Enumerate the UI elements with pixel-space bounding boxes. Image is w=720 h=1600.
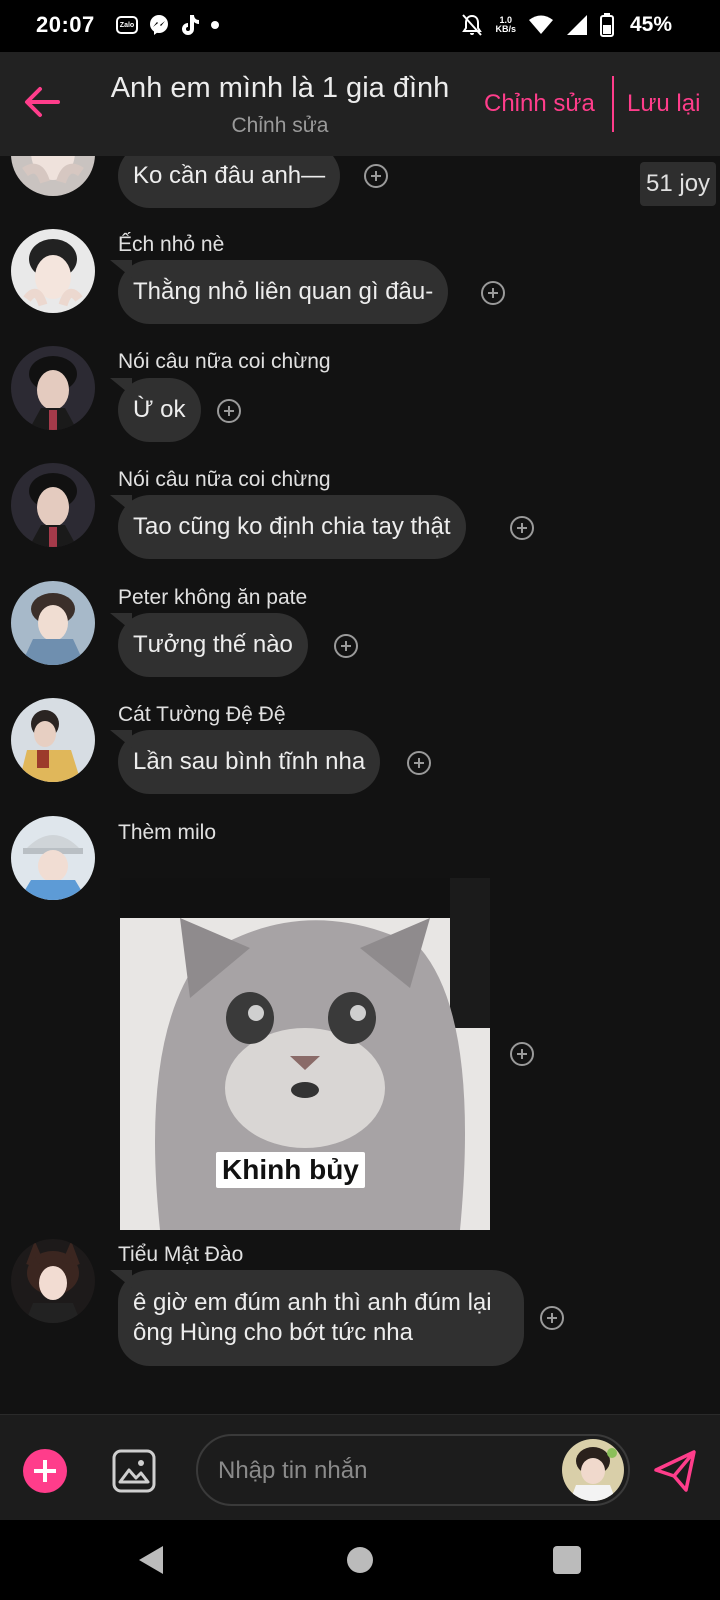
system-nav-bar [0, 1520, 720, 1600]
add-reaction-icon[interactable] [510, 516, 534, 540]
system-icons: 1.0 KB/s 45% [461, 13, 672, 37]
group-subtitle: Chỉnh sửa [231, 114, 329, 137]
add-reaction-icon[interactable] [334, 634, 358, 658]
network-speed-unit: KB/s [495, 24, 516, 34]
sticker-avatar[interactable] [562, 1439, 624, 1501]
messenger-icon [150, 15, 168, 35]
avatar[interactable] [11, 229, 95, 313]
reaction-badge[interactable]: 51 joy [640, 162, 717, 206]
zalo-icon: Zalo [116, 16, 138, 34]
nav-recents-icon[interactable] [553, 1546, 581, 1574]
avatar[interactable] [11, 463, 95, 547]
sender-name: Nói câu nữa coi chừng [118, 350, 331, 373]
battery-percent: 45% [629, 13, 672, 36]
message-bubble[interactable]: Thằng nhỏ liên quan gì đâu- [118, 260, 449, 324]
add-reaction-icon[interactable] [510, 1042, 534, 1066]
avatar[interactable] [11, 698, 95, 782]
notification-icons: Zalo [116, 14, 220, 36]
back-arrow-icon[interactable] [22, 82, 62, 122]
signal-icon [566, 15, 587, 35]
dot-icon [211, 21, 219, 29]
bell-off-icon [462, 14, 483, 36]
add-attachment-button[interactable] [23, 1449, 67, 1493]
add-reaction-icon[interactable] [364, 164, 388, 188]
message-bubble[interactable]: Tao cũng ko định chia tay thật [118, 495, 466, 559]
message-input-wrapper[interactable] [196, 1434, 630, 1506]
image-caption: Khinh bủy [216, 1152, 365, 1188]
network-speed: 1.0 KB/s [495, 16, 516, 34]
add-reaction-icon[interactable] [217, 399, 241, 423]
add-reaction-icon[interactable] [481, 281, 505, 305]
message-bubble[interactable]: ê giờ em đúm anh thì anh đúm lại ông Hùn… [118, 1270, 524, 1366]
sender-name: Peter không ăn pate [118, 586, 308, 609]
edit-button[interactable]: Chỉnh sửa [484, 90, 595, 118]
sender-name: Cát Tường Đệ Đệ [118, 703, 286, 726]
avatar[interactable] [11, 156, 95, 196]
message-bubble[interactable]: Ko cần đâu anh— [118, 156, 341, 208]
image-message[interactable]: Khinh bủy [120, 878, 490, 1230]
avatar[interactable] [11, 816, 95, 900]
message-bubble[interactable]: Lần sau bình tĩnh nha [118, 730, 381, 794]
nav-back-icon[interactable] [137, 1544, 165, 1576]
save-button[interactable]: Lưu lại [627, 90, 700, 118]
wifi-icon [528, 15, 553, 34]
avatar[interactable] [11, 346, 95, 430]
message-list[interactable]: Ko cần đâu anh— 51 joy Ếch nhỏ nè Thằng … [0, 156, 720, 1414]
chat-screen: 20:07 Zalo 1.0 KB/s 45% Anh em mình là 1… [0, 0, 720, 1600]
message-bubble[interactable]: Ừ ok [118, 378, 201, 442]
group-title: Anh em mình là 1 gia đình [110, 72, 450, 104]
chat-header: Anh em mình là 1 gia đình Chỉnh sửa Chỉn… [0, 52, 720, 156]
gallery-icon[interactable] [111, 1448, 157, 1494]
add-reaction-icon[interactable] [407, 751, 431, 775]
status-time: 20:07 [36, 12, 95, 37]
header-divider [612, 76, 614, 132]
send-icon[interactable] [652, 1448, 698, 1494]
sender-name: Thèm milo [118, 821, 217, 844]
composer-bar [0, 1414, 720, 1521]
tiktok-icon [182, 15, 199, 35]
avatar[interactable] [11, 1239, 95, 1323]
battery-icon [599, 13, 614, 37]
sender-name: Tiểu Mật Đào [118, 1243, 244, 1266]
nav-home-icon[interactable] [347, 1547, 373, 1573]
sender-name: Nói câu nữa coi chừng [118, 468, 331, 491]
message-bubble[interactable]: Tưởng thế nào [118, 613, 308, 677]
avatar[interactable] [11, 581, 95, 665]
sender-name: Ếch nhỏ nè [118, 233, 225, 256]
message-input[interactable] [216, 1452, 560, 1490]
status-bar: 20:07 Zalo 1.0 KB/s 45% [0, 0, 720, 52]
add-reaction-icon[interactable] [540, 1306, 564, 1330]
